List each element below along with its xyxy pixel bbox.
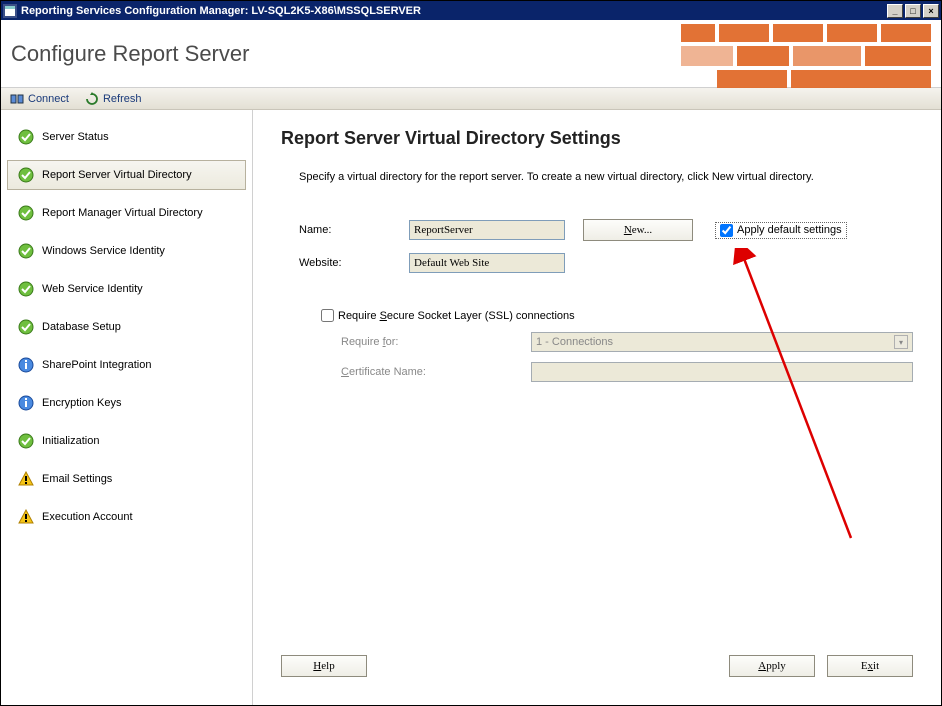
content-heading: Report Server Virtual Directory Settings (281, 128, 913, 149)
sidebar-item-label: Database Setup (42, 321, 121, 333)
apply-button[interactable]: Apply (729, 655, 815, 677)
ssl-group: Require Secure Socket Layer (SSL) connec… (281, 309, 913, 382)
chevron-down-icon: ▾ (894, 335, 908, 349)
refresh-button[interactable]: Refresh (78, 90, 149, 108)
sidebar-item-label: Server Status (42, 131, 109, 143)
content-panel: Report Server Virtual Directory Settings… (253, 110, 941, 705)
sidebar-item-database-setup[interactable]: Database Setup (7, 312, 246, 342)
sidebar-item-label: Email Settings (42, 473, 112, 485)
ok-status-icon (18, 319, 34, 335)
require-for-label: Require for: (341, 336, 531, 348)
ok-status-icon (18, 205, 34, 221)
help-button[interactable]: Help (281, 655, 367, 677)
require-for-row: Require for: 1 - Connections ▾ (321, 332, 913, 352)
website-label: Website: (299, 257, 409, 269)
connect-button[interactable]: Connect (3, 90, 76, 108)
title-bar: Reporting Services Configuration Manager… (1, 1, 941, 20)
info-status-icon (18, 357, 34, 373)
footer: Help Apply Exit (281, 645, 913, 687)
refresh-label: Refresh (103, 93, 142, 105)
window-controls: _ □ × (887, 4, 939, 18)
apply-default-wrapper[interactable]: Apply default settings (715, 222, 847, 239)
sidebar-item-web-service-identity[interactable]: Web Service Identity (7, 274, 246, 304)
sidebar-item-report-server-virtual-directory[interactable]: Report Server Virtual Directory (7, 160, 246, 190)
app-icon (3, 4, 17, 18)
ssl-checkbox[interactable] (321, 309, 334, 322)
sidebar-item-label: Windows Service Identity (42, 245, 165, 257)
connect-label: Connect (28, 93, 69, 105)
sidebar-item-initialization[interactable]: Initialization (7, 426, 246, 456)
ok-status-icon (18, 281, 34, 297)
content-description: Specify a virtual directory for the repo… (281, 171, 913, 183)
warn-status-icon (18, 471, 34, 487)
apply-default-checkbox[interactable] (720, 224, 733, 237)
apply-default-label: Apply default settings (737, 224, 842, 236)
maximize-button[interactable]: □ (905, 4, 921, 18)
sidebar-item-report-manager-virtual-directory[interactable]: Report Manager Virtual Directory (7, 198, 246, 228)
ssl-label: Require Secure Socket Layer (SSL) connec… (338, 310, 575, 322)
ok-status-icon (18, 433, 34, 449)
ok-status-icon (18, 167, 34, 183)
website-row: Website: (281, 253, 913, 273)
sidebar-item-email-settings[interactable]: Email Settings (7, 464, 246, 494)
sidebar: Server Status Report Server Virtual Direc… (1, 110, 253, 705)
sidebar-item-label: Report Server Virtual Directory (42, 169, 192, 181)
sidebar-item-windows-service-identity[interactable]: Windows Service Identity (7, 236, 246, 266)
warn-status-icon (18, 509, 34, 525)
sidebar-item-execution-account[interactable]: Execution Account (7, 502, 246, 532)
sidebar-item-encryption-keys[interactable]: Encryption Keys (7, 388, 246, 418)
name-row: Name: New... Apply default settings (281, 219, 913, 241)
require-for-value: 1 - Connections (536, 336, 613, 348)
close-button[interactable]: × (923, 4, 939, 18)
sidebar-item-label: Encryption Keys (42, 397, 121, 409)
header-decoration (681, 24, 941, 84)
sidebar-item-label: SharePoint Integration (42, 359, 151, 371)
window-title: Reporting Services Configuration Manager… (21, 5, 887, 17)
refresh-icon (85, 92, 99, 106)
sidebar-item-sharepoint-integration[interactable]: SharePoint Integration (7, 350, 246, 380)
name-label: Name: (299, 224, 409, 236)
sidebar-item-label: Initialization (42, 435, 99, 447)
require-for-select: 1 - Connections ▾ (531, 332, 913, 352)
header: Configure Report Server (1, 20, 941, 88)
sidebar-item-label: Web Service Identity (42, 283, 143, 295)
name-input[interactable] (409, 220, 565, 240)
main-area: Server Status Report Server Virtual Direc… (1, 110, 941, 705)
minimize-button[interactable]: _ (887, 4, 903, 18)
sidebar-item-label: Report Manager Virtual Directory (42, 207, 203, 219)
toolbar: Connect Refresh (1, 88, 941, 110)
annotation-arrow (721, 248, 881, 568)
page-main-title: Configure Report Server (11, 41, 249, 67)
cert-input (531, 362, 913, 382)
exit-button[interactable]: Exit (827, 655, 913, 677)
ok-status-icon (18, 243, 34, 259)
cert-row: Certificate Name: (321, 362, 913, 382)
new-button[interactable]: New... (583, 219, 693, 241)
info-status-icon (18, 395, 34, 411)
sidebar-item-label: Execution Account (42, 511, 133, 523)
website-input[interactable] (409, 253, 565, 273)
ssl-wrapper[interactable]: Require Secure Socket Layer (SSL) connec… (321, 309, 913, 322)
cert-label: Certificate Name: (341, 366, 531, 378)
connect-icon (10, 92, 24, 106)
sidebar-item-server-status[interactable]: Server Status (7, 122, 246, 152)
ok-status-icon (18, 129, 34, 145)
